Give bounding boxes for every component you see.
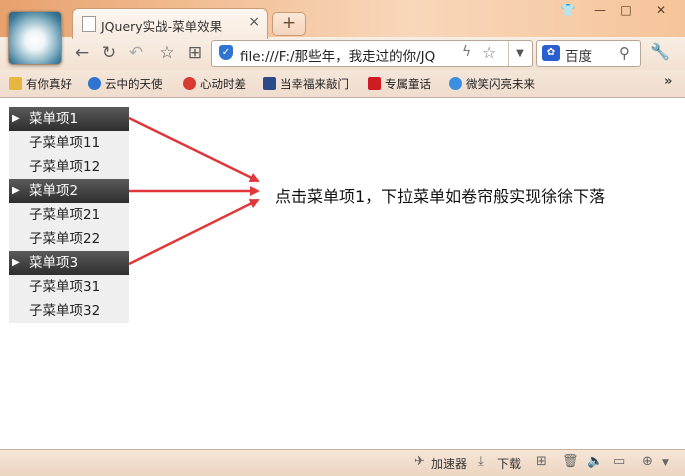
annotation-arrows xyxy=(128,116,260,266)
screen-icon[interactable]: ▭ xyxy=(613,454,625,469)
tab-close-button[interactable]: × xyxy=(248,14,260,30)
page-favicon-icon xyxy=(82,16,96,32)
zoom-box-icon[interactable]: ⊞ xyxy=(536,454,547,469)
accelerator-icon[interactable]: ✈ xyxy=(414,454,425,469)
trash-icon[interactable]: 🗑 xyxy=(562,454,579,469)
user-avatar[interactable] xyxy=(8,11,62,65)
download-icon[interactable]: ⤓ xyxy=(478,454,484,469)
arrow-from-menu-1 xyxy=(128,116,260,183)
volume-icon[interactable]: 🔈 xyxy=(587,454,603,469)
download-label[interactable]: 下载 xyxy=(497,455,521,472)
zoom-icon[interactable]: ⊕ xyxy=(642,454,653,469)
browser-tab[interactable]: JQuery实战-菜单效果 × xyxy=(72,8,268,39)
tab-title: JQuery实战-菜单效果 xyxy=(101,19,223,34)
chevron-down-icon[interactable]: ▼ xyxy=(662,458,669,468)
status-bar: ✈ 加速器 ⤓ 下载 ⊞ 🗑 🔈 ▭ ⊕ ▼ xyxy=(0,449,685,476)
arrow-from-menu-3 xyxy=(128,198,260,266)
accelerator-label[interactable]: 加速器 xyxy=(431,455,467,472)
annotation-caption: 点击菜单项1，下拉菜单如卷帘般实现徐徐下落 xyxy=(275,187,606,206)
